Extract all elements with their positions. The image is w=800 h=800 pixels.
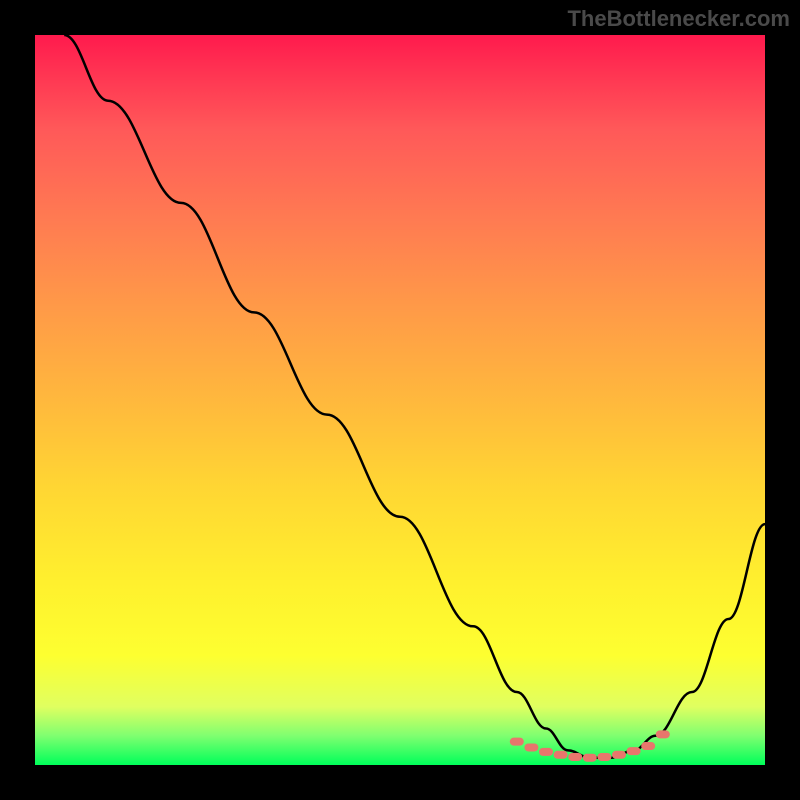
chart-curve [64,35,765,758]
marker-dot [583,754,597,762]
chart-svg [0,0,800,800]
marker-dot [510,738,524,746]
chart-markers [510,730,670,761]
curve-line [64,35,765,758]
marker-dot [568,753,582,761]
marker-dot [539,748,553,756]
marker-dot [627,747,641,755]
marker-dot [524,743,538,751]
marker-dot [554,751,568,759]
marker-dot [656,730,670,738]
marker-dot [641,742,655,750]
watermark-text: TheBottlenecker.com [567,6,790,32]
marker-dot [612,751,626,759]
marker-dot [597,753,611,761]
